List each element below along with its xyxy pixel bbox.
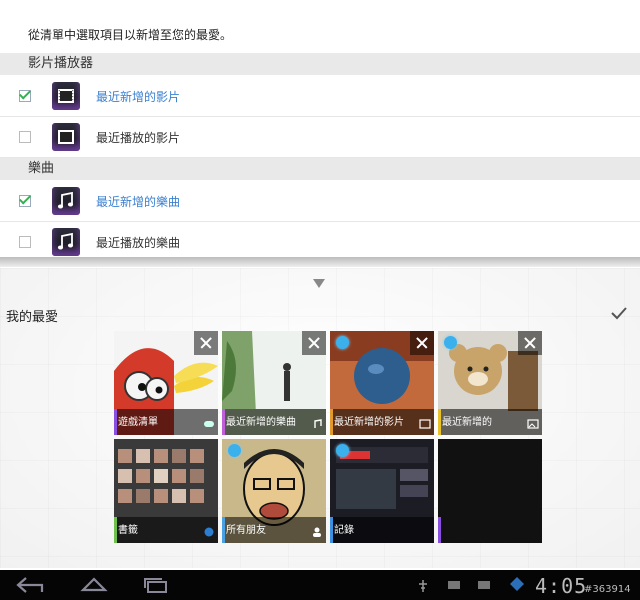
collapse-arrow-icon[interactable]: [313, 279, 325, 288]
tile-label: 最近新增的影片: [334, 417, 404, 428]
tile-accent: [330, 409, 333, 435]
section-header-video: 影片播放器: [0, 53, 640, 75]
usb-icon: [419, 580, 427, 592]
favorite-tile-games[interactable]: 遊戲清單: [114, 331, 218, 435]
music-note-small-icon: [314, 419, 322, 428]
sync-indicator-icon: [444, 336, 457, 349]
film-small-icon: [419, 419, 431, 429]
favorite-tile-bookmarks[interactable]: 書籤: [114, 439, 218, 543]
tile-accent: [438, 517, 441, 543]
home-icon[interactable]: [80, 576, 108, 594]
favorites-picker: 從清單中選取項目以新增至您的最愛。 影片播放器 最近新增的影片 最近播放的影片 …: [0, 0, 640, 265]
checkmark-done-icon[interactable]: [610, 305, 628, 321]
tile-accent: [330, 517, 333, 543]
tile-accent: [114, 409, 117, 435]
list-item-recent-played-video[interactable]: 最近播放的影片: [0, 117, 640, 158]
checkbox-unchecked[interactable]: [19, 236, 31, 248]
remove-favorite-button[interactable]: [302, 331, 326, 355]
favorite-tile-history[interactable]: 記錄: [330, 439, 434, 543]
tile-label: 遊戲清單: [118, 417, 158, 428]
list-item-recent-added-music[interactable]: 最近新增的樂曲: [0, 181, 640, 222]
tile-label: 書籤: [118, 525, 138, 536]
favorite-tile-empty[interactable]: [438, 439, 542, 543]
tile-label: 最近新增的樂曲: [226, 417, 296, 428]
recent-apps-icon[interactable]: [142, 576, 170, 594]
gamepad-icon: [204, 421, 214, 427]
tile-accent: [222, 409, 225, 435]
section-header-music: 樂曲: [0, 158, 640, 180]
favorites-title: 我的最愛: [6, 310, 59, 325]
mail-icon: [478, 581, 490, 589]
tile-accent: [114, 517, 117, 543]
favorite-tile-all-friends[interactable]: 所有朋友: [222, 439, 326, 543]
checkbox-checked[interactable]: [19, 195, 31, 207]
music-note-icon: [52, 228, 80, 256]
list-item-recent-added-video[interactable]: 最近新增的影片: [0, 76, 640, 117]
globe-small-icon: [204, 527, 214, 537]
list-edge-shadow: [0, 257, 640, 267]
remove-favorite-button[interactable]: [194, 331, 218, 355]
status-clock: 4:05: [535, 574, 588, 598]
tile-label: 所有朋友: [226, 525, 266, 536]
tile-label: 最近新增的: [442, 417, 492, 428]
remove-favorite-button[interactable]: [518, 331, 542, 355]
image-small-icon: [527, 419, 539, 429]
tile-accent: [222, 517, 225, 543]
back-icon[interactable]: [16, 576, 44, 594]
picker-hint: 從清單中選取項目以新增至您的最愛。: [28, 28, 233, 42]
tile-accent: [438, 409, 441, 435]
sync-indicator-icon: [228, 444, 241, 457]
people-small-icon: [313, 527, 321, 537]
sync-indicator-icon: [336, 444, 349, 457]
section-title: 樂曲: [28, 161, 55, 176]
remove-favorite-button[interactable]: [410, 331, 434, 355]
favorite-tile-recent-added[interactable]: 最近新增的: [438, 331, 542, 435]
notification-icon: [448, 581, 460, 589]
film-icon: [52, 82, 80, 110]
film-icon: [52, 123, 80, 151]
list-item-label: 最近新增的影片: [96, 90, 181, 104]
section-title: 影片播放器: [28, 56, 94, 71]
wifi-icon: [510, 577, 524, 591]
checkbox-checked[interactable]: [19, 90, 31, 102]
music-note-icon: [52, 187, 80, 215]
tile-label: 記錄: [334, 525, 354, 536]
list-item-label: 最近播放的影片: [96, 131, 181, 145]
sync-indicator-icon: [336, 336, 349, 349]
list-item-label: 最近播放的樂曲: [96, 236, 181, 250]
favorite-tile-recent-music[interactable]: 最近新增的樂曲: [222, 331, 326, 435]
watermark: #363914: [584, 584, 631, 595]
checkbox-unchecked[interactable]: [19, 131, 31, 143]
list-item-label: 最近新增的樂曲: [96, 195, 181, 209]
favorite-tile-recent-video[interactable]: 最近新增的影片: [330, 331, 434, 435]
